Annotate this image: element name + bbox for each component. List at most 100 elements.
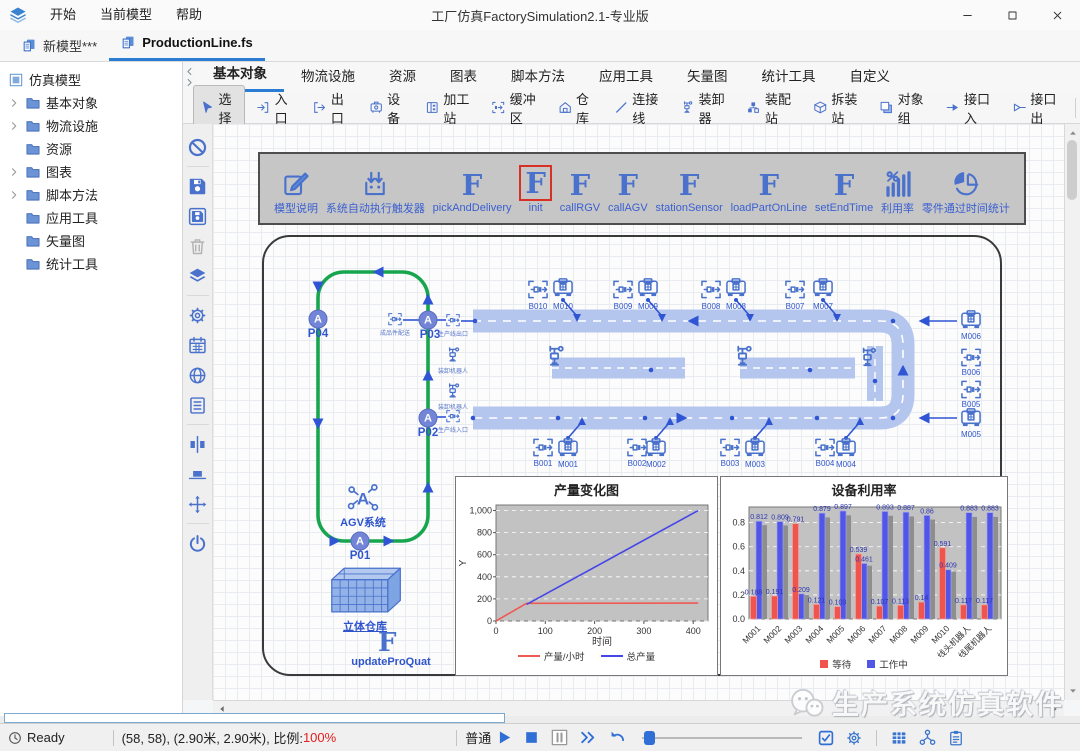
report-clipboard-button[interactable]	[947, 729, 965, 747]
option-checkbox[interactable]	[817, 729, 835, 747]
doc-tab-1[interactable]: 新模型***	[10, 30, 109, 61]
expander-icon[interactable]	[8, 166, 20, 178]
model-canvas[interactable]: 模型说明系统自动执行触发器FpickAndDeliveryFinitFcallR…	[213, 124, 1064, 700]
station-B008[interactable]	[700, 279, 723, 300]
fast-forward-button[interactable]	[579, 728, 598, 747]
warehouse-3d-icon[interactable]	[323, 562, 407, 616]
settings-gear-button[interactable]	[845, 729, 863, 747]
chevron-left-icon[interactable]	[184, 66, 195, 77]
sidebar-item-脚本方法[interactable]: 脚本方法	[0, 183, 182, 206]
doc-tab-2[interactable]: ProductionLine.fs	[109, 27, 265, 61]
station-M007[interactable]	[812, 277, 835, 298]
sidebar-item-统计工具[interactable]: 统计工具	[0, 252, 182, 275]
reset-button[interactable]	[608, 728, 627, 747]
disassembly-station-icon	[813, 98, 828, 117]
station-B007[interactable]	[784, 279, 807, 300]
agv-system-icon[interactable]: A	[346, 482, 380, 512]
script-item-setEndTime[interactable]: FsetEndTime	[815, 163, 873, 214]
belt-robot-2[interactable]	[729, 344, 757, 369]
menu-帮助[interactable]: 帮助	[164, 0, 214, 30]
mini-buffer-finished[interactable]	[387, 312, 403, 326]
loader-robot-top[interactable]	[443, 346, 463, 364]
speed-slider[interactable]	[642, 731, 802, 745]
tree-root[interactable]: 仿真模型	[0, 68, 182, 91]
station-B009[interactable]	[612, 279, 635, 300]
loader-robot-bottom[interactable]	[443, 382, 463, 400]
agv-node-P02[interactable]: A	[419, 409, 438, 428]
delete-button[interactable]	[187, 236, 208, 257]
station-M006[interactable]	[960, 309, 983, 330]
menu-开始[interactable]: 开始	[38, 0, 88, 30]
station-M003[interactable]	[744, 437, 767, 458]
align-horizontal-button[interactable]	[187, 434, 208, 455]
sidebar-item-基本对象[interactable]: 基本对象	[0, 91, 182, 114]
station-M009[interactable]	[637, 277, 660, 298]
script-item-零件通过时间统计[interactable]: 零件通过时间统计	[922, 161, 1010, 216]
gear-button[interactable]	[187, 305, 208, 326]
belt-robot-3[interactable]	[855, 346, 881, 369]
station-M010[interactable]	[552, 277, 575, 298]
cancel-button[interactable]	[187, 137, 208, 158]
scroll-left-icon[interactable]	[217, 704, 227, 714]
station-B010[interactable]	[527, 279, 550, 300]
speed-slider-handle[interactable]	[644, 731, 655, 745]
script-item-callRGV[interactable]: FcallRGV	[560, 163, 600, 214]
agv-node-P03[interactable]: A	[419, 311, 438, 330]
run-button[interactable]	[496, 729, 513, 746]
station-M001[interactable]	[557, 437, 580, 458]
sidebar-item-资源[interactable]: 资源	[0, 137, 182, 160]
close-button[interactable]	[1035, 0, 1080, 30]
save-button[interactable]	[187, 176, 208, 197]
data-table-button[interactable]	[890, 729, 908, 747]
script-item-init[interactable]: Finit	[519, 163, 552, 214]
network-button[interactable]	[918, 728, 937, 747]
station-M002[interactable]	[645, 437, 668, 458]
calendar-button[interactable]	[187, 335, 208, 356]
script-item-利用率[interactable]: 利用率	[881, 161, 914, 216]
power-button[interactable]	[187, 533, 208, 554]
station-B003[interactable]	[719, 437, 742, 458]
script-item-stationSensor[interactable]: FstationSensor	[656, 163, 723, 214]
agv-node-P04[interactable]: A	[309, 310, 328, 329]
sidebar-item-矢量图[interactable]: 矢量图	[0, 229, 182, 252]
station-M005[interactable]	[960, 407, 983, 428]
station-B005[interactable]	[960, 379, 983, 400]
list-button[interactable]	[187, 395, 208, 416]
station-B004[interactable]	[814, 437, 837, 458]
svg-text:100: 100	[538, 626, 553, 636]
minimize-button[interactable]	[945, 0, 990, 30]
mini-buffer-line-entry[interactable]	[445, 409, 461, 423]
mini-buffer-line-exit[interactable]	[445, 313, 461, 327]
station-B001[interactable]	[532, 437, 555, 458]
stop-button[interactable]	[523, 729, 540, 746]
expander-icon[interactable]	[8, 97, 20, 109]
layers-button[interactable]	[187, 266, 208, 287]
script-item-系统自动执行触发器[interactable]: 系统自动执行触发器	[326, 161, 425, 216]
expander-icon[interactable]	[8, 189, 20, 201]
script-item-callAGV[interactable]: FcallAGV	[608, 163, 648, 214]
script-item-loadPartOnLine[interactable]: FloadPartOnLine	[731, 163, 807, 214]
belt-robot-1[interactable]	[541, 344, 569, 369]
update-script-function[interactable]: F	[378, 627, 396, 659]
scroll-down-icon[interactable]	[1068, 686, 1078, 696]
pause-button[interactable]	[550, 728, 569, 747]
expander-icon[interactable]	[8, 120, 20, 132]
globe-button[interactable]	[187, 365, 208, 386]
maximize-button[interactable]	[990, 0, 1035, 30]
sidebar-item-图表[interactable]: 图表	[0, 160, 182, 183]
station-B006[interactable]	[960, 347, 983, 368]
align-vertical-button[interactable]	[187, 464, 208, 485]
script-item-pickAndDelivery[interactable]: FpickAndDelivery	[433, 163, 512, 214]
save-as-button[interactable]	[187, 206, 208, 227]
menu-当前模型[interactable]: 当前模型	[88, 0, 164, 30]
sidebar-item-物流设施[interactable]: 物流设施	[0, 114, 182, 137]
script-item-模型说明[interactable]: 模型说明	[274, 161, 318, 216]
move-button[interactable]	[187, 494, 208, 515]
scroll-up-icon[interactable]	[1068, 128, 1078, 138]
agv-node-P01[interactable]: A	[351, 532, 370, 551]
vertical-scrollbar[interactable]	[1064, 124, 1080, 700]
vertical-scroll-thumb[interactable]	[1067, 140, 1077, 200]
station-M004[interactable]	[835, 437, 858, 458]
sidebar-item-应用工具[interactable]: 应用工具	[0, 206, 182, 229]
station-M008[interactable]	[725, 277, 748, 298]
